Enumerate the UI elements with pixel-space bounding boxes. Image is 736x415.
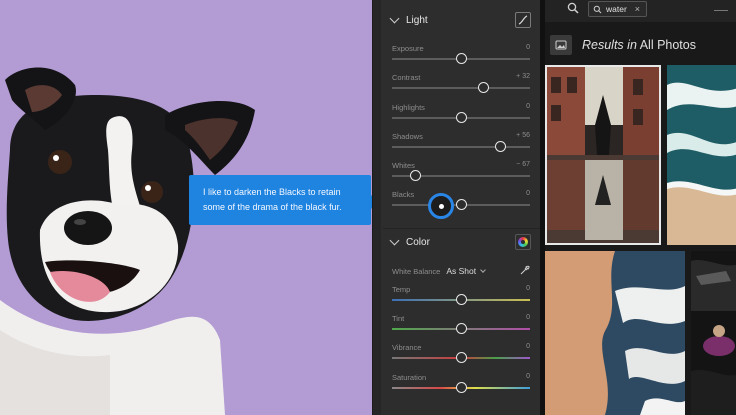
slider-value: 0 xyxy=(526,190,530,197)
white-balance-select[interactable]: As Shot xyxy=(446,266,476,276)
menu-icon[interactable] xyxy=(714,10,728,11)
slider-saturation[interactable]: Saturation 0 xyxy=(392,373,530,399)
slider-shadows[interactable]: Shadows + 56 xyxy=(392,132,530,158)
result-thumbnail[interactable] xyxy=(545,251,685,415)
results-title: Results in All Photos xyxy=(582,38,696,52)
slider-label: Highlights xyxy=(392,103,425,112)
photo-canvas[interactable]: I like to darken the Blacks to retain so… xyxy=(0,0,372,415)
color-mixer-icon[interactable] xyxy=(515,234,531,250)
slider-value: + 56 xyxy=(516,132,530,139)
slider-value: 0 xyxy=(526,44,530,51)
slider-vibrance[interactable]: Vibrance 0 xyxy=(392,343,530,369)
slider-tint[interactable]: Tint 0 xyxy=(392,314,530,340)
slider-thumb[interactable] xyxy=(456,382,467,393)
edit-panel: Light Exposure 0 Contrast + 32 Highlights 0 Sh… xyxy=(372,0,540,415)
coach-tooltip: I like to darken the Blacks to retain so… xyxy=(189,175,372,225)
search-query-chip[interactable]: water × xyxy=(588,1,648,17)
slider-value: 0 xyxy=(526,285,530,292)
chevron-down-icon xyxy=(389,235,400,245)
light-panel-header[interactable]: Light xyxy=(389,12,531,28)
slider-thumb[interactable] xyxy=(494,141,506,152)
color-panel-title: Color xyxy=(406,236,430,248)
results-header: Results in All Photos xyxy=(550,34,696,56)
slider-thumb[interactable] xyxy=(456,112,467,123)
slider-thumb[interactable] xyxy=(410,170,422,181)
slider-whites[interactable]: Whites − 67 xyxy=(392,161,530,187)
slider-value: 0 xyxy=(526,373,530,380)
slider-blacks[interactable]: Blacks 0 xyxy=(392,190,530,216)
slider-label: Exposure xyxy=(392,44,424,53)
slider-highlights[interactable]: Highlights 0 xyxy=(392,103,530,129)
slider-temp[interactable]: Temp 0 xyxy=(392,285,530,311)
tooltip-text: I like to darken the Blacks to retain so… xyxy=(203,187,342,212)
slider-label: Shadows xyxy=(392,132,423,141)
color-panel-header[interactable]: Color xyxy=(389,234,531,250)
slider-thumb[interactable] xyxy=(456,294,467,305)
slider-value: 0 xyxy=(526,103,530,110)
search-results-panel: water × Results in All Photos xyxy=(540,0,736,415)
panel-divider xyxy=(383,228,540,229)
slider-label: Temp xyxy=(392,285,411,294)
chevron-down-icon xyxy=(389,13,400,23)
slider-track[interactable] xyxy=(392,87,530,89)
slider-value: 0 xyxy=(526,314,530,321)
result-thumbnail[interactable] xyxy=(667,65,736,245)
slider-label: Vibrance xyxy=(392,343,422,352)
result-thumbnail[interactable] xyxy=(545,65,661,245)
slider-label: Tint xyxy=(392,314,405,323)
slider-thumb[interactable] xyxy=(456,199,467,210)
chevron-down-icon xyxy=(480,267,486,273)
slider-value: + 32 xyxy=(516,73,530,80)
slider-contrast[interactable]: Contrast + 32 xyxy=(392,73,530,99)
search-query-text: water xyxy=(606,4,627,14)
eyedropper-icon[interactable] xyxy=(519,265,530,276)
slider-label: Contrast xyxy=(392,73,421,82)
slider-thumb[interactable] xyxy=(456,323,467,334)
search-icon[interactable] xyxy=(567,2,579,14)
blacks-slider-focus-ring[interactable] xyxy=(428,193,454,219)
close-icon[interactable]: × xyxy=(635,4,640,14)
slider-label: Whites xyxy=(392,161,415,170)
slider-track[interactable] xyxy=(392,146,530,148)
slider-thumb[interactable] xyxy=(456,53,467,64)
slider-exposure[interactable]: Exposure 0 xyxy=(392,44,530,70)
slider-thumb[interactable] xyxy=(478,82,490,93)
slider-label: Blacks xyxy=(392,190,415,199)
search-bar: water × xyxy=(545,0,736,22)
tone-curve-icon[interactable] xyxy=(515,12,531,28)
panel-scroll-strip[interactable] xyxy=(373,0,381,415)
slider-thumb[interactable] xyxy=(456,352,467,363)
slider-label: Saturation xyxy=(392,373,427,382)
search-icon xyxy=(593,5,602,13)
light-panel-title: Light xyxy=(406,14,428,26)
blacks-slider-active-thumb xyxy=(439,204,444,209)
slider-value: 0 xyxy=(526,343,530,350)
white-balance-label: White Balance xyxy=(392,266,441,276)
slider-value: − 67 xyxy=(516,161,530,168)
result-thumbnail[interactable] xyxy=(691,251,736,415)
white-balance-row: White Balance As Shot xyxy=(392,264,530,278)
photo-grid-icon xyxy=(550,35,572,55)
